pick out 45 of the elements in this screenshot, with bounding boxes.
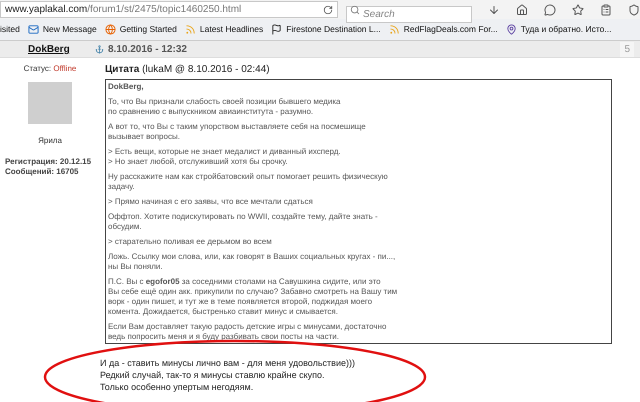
bookmark-item[interactable]: Туда и обратно. Исто... xyxy=(506,23,612,36)
flag-icon xyxy=(271,24,282,35)
anchor-icon[interactable] xyxy=(95,44,104,54)
quote-title: Цитата (lukaM @ 8.10.2016 - 02:44) xyxy=(105,63,271,77)
post-date: 8.10.2016 - 12:32 xyxy=(108,42,187,56)
search-field[interactable]: Search xyxy=(346,6,472,23)
quote-paragraph: А вот то, что Вы с таким упорством выставляете себя на посмешище вызывает вопросы. xyxy=(108,122,367,142)
bookmark-item[interactable]: Getting Started xyxy=(104,23,177,36)
quote-paragraph: Оффтоп. Хотите подискутировать по WWII, создайте тему, дайте знать - обсудим. xyxy=(108,212,379,232)
user-name: Ярила xyxy=(38,135,62,147)
quote-paragraph: > Есть вещи, которые не знает медалист и диванный ихсперд. > Но знает любой, отслуживший хотя бы срочку. xyxy=(108,147,342,167)
avatar-photo-placeholder xyxy=(28,82,72,124)
post-number: 5 xyxy=(620,42,634,56)
search-icon xyxy=(350,5,360,15)
bookmark-item[interactable]: RedFlagDeals.com For... xyxy=(388,23,498,36)
url-text: www.yaplakal.com/forum1/st/2475/topic1460250.html xyxy=(5,3,242,17)
quote-paragraph: > старательно поливая ее дерьмом во всем xyxy=(108,237,273,247)
quote-paragraph: Ну расскажите нам как стройбатовский опыт помогает решить физическую задачу. xyxy=(108,172,389,192)
quote-paragraph: Если Вам доставляет такую радость детские игры с минусами, достаточно ведь попросить меня и я буду разбивать свои посты на части. xyxy=(108,322,388,342)
url-field[interactable]: www.yaplakal.com/forum1/st/2475/topic1460250.html xyxy=(0,1,338,18)
quote-paragraph: Ложь. Ссылку мои слова, или, как говорят в Ваших социальных кругах - пи..., ны Вы поняли. xyxy=(108,252,396,272)
author-link[interactable]: DokBerg xyxy=(28,42,92,56)
reply-text: И да - ставить минусы лично вам - для меня удовольствие))) Редкий случай, так-то я минусы ставлю крайне скупо. Только особенно упертым негодяям. xyxy=(100,357,355,393)
chat-icon[interactable] xyxy=(544,4,556,16)
globe-icon xyxy=(104,24,116,35)
bookmark-star-icon[interactable] xyxy=(572,4,584,16)
quote-paragraph: То, что Вы признали слабость своей позиции бывшего медика по сравнению с выпускником авиаинститута - разумно. xyxy=(108,97,342,117)
bookmark-item[interactable]: Latest Headlines xyxy=(184,23,264,36)
download-icon[interactable] xyxy=(488,4,500,16)
quote-paragraph: П.С. Вы с egofor05 за соседними столами на Савушкина сидите, или это Вы себе ещё один акк. прикупили по случаю? Забавно смотреть на Вашу тим ворк - один пишет, и тут же в теме появляется второй, поджидая моего комента. Дожидается, быстренько ставит минус и смывается. xyxy=(108,277,398,317)
bookmark-item[interactable]: Firestone Destination L... xyxy=(271,23,381,36)
rss-icon xyxy=(184,24,196,35)
rss-icon xyxy=(388,24,400,35)
bookmark-item[interactable]: isited xyxy=(0,23,20,36)
quote-greeting: DokBerg, xyxy=(108,82,145,92)
quote-paragraph: > Прямо начиная с его заявы, что все мечтали сдаться xyxy=(108,197,314,207)
message-count: Сообщений: 16705 xyxy=(5,167,80,177)
clipboard-icon[interactable] xyxy=(600,4,612,16)
reload-icon[interactable] xyxy=(323,4,333,14)
mail-icon xyxy=(28,24,39,35)
bookmark-item[interactable]: New Message xyxy=(28,23,97,36)
status-text: Статус: Offline xyxy=(24,63,76,75)
registration-date: Регистрация: 20.12.15 xyxy=(5,157,92,167)
home-icon[interactable] xyxy=(516,4,528,16)
pin-icon xyxy=(506,24,517,35)
